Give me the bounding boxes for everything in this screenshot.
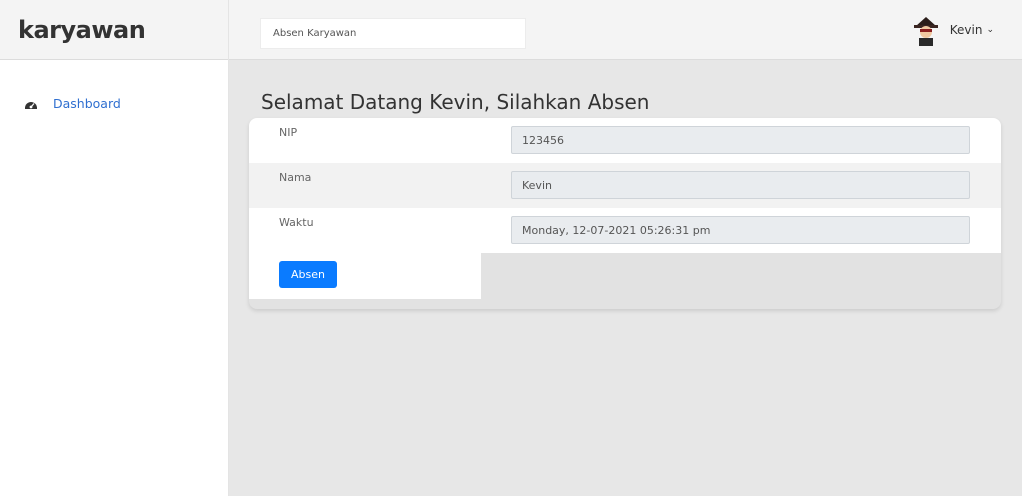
avatar — [909, 14, 942, 46]
sidebar-item-label: Dashboard — [53, 96, 121, 111]
user-menu[interactable]: Kevin ⌄ — [909, 14, 994, 46]
form-row-nip: NIP 123456 — [249, 118, 1001, 163]
submit-area: Absen — [249, 253, 481, 299]
waktu-field[interactable]: Monday, 12-07-2021 05:26:31 pm — [511, 216, 970, 244]
waktu-label: Waktu — [279, 216, 314, 229]
nama-field[interactable]: Kevin — [511, 171, 970, 199]
form-row-nama: Nama Kevin — [249, 163, 1001, 208]
brand-title: karyawan — [18, 15, 146, 44]
nip-field[interactable]: 123456 — [511, 126, 970, 154]
form-row-waktu: Waktu Monday, 12-07-2021 05:26:31 pm — [249, 208, 1001, 253]
brand-header: karyawan — [0, 0, 228, 60]
nip-label: NIP — [279, 126, 298, 139]
sidebar: karyawan Dashboard — [0, 0, 229, 496]
topbar: Absen Karyawan Kevin ⌄ — [229, 0, 1022, 60]
nama-label: Nama — [279, 171, 312, 184]
main-content: Selamat Datang Kevin, Silahkan Absen NIP… — [229, 60, 1022, 496]
chevron-down-icon: ⌄ — [986, 25, 994, 35]
search-input[interactable]: Absen Karyawan — [260, 18, 526, 49]
page-title: Selamat Datang Kevin, Silahkan Absen — [261, 90, 650, 114]
attendance-form-card: NIP 123456 Nama Kevin Waktu Monday, 12-0… — [249, 118, 1001, 309]
dashboard-icon — [24, 97, 38, 111]
absen-button[interactable]: Absen — [279, 261, 337, 288]
sidebar-item-dashboard[interactable]: Dashboard — [24, 96, 121, 111]
user-name: Kevin — [949, 23, 983, 37]
